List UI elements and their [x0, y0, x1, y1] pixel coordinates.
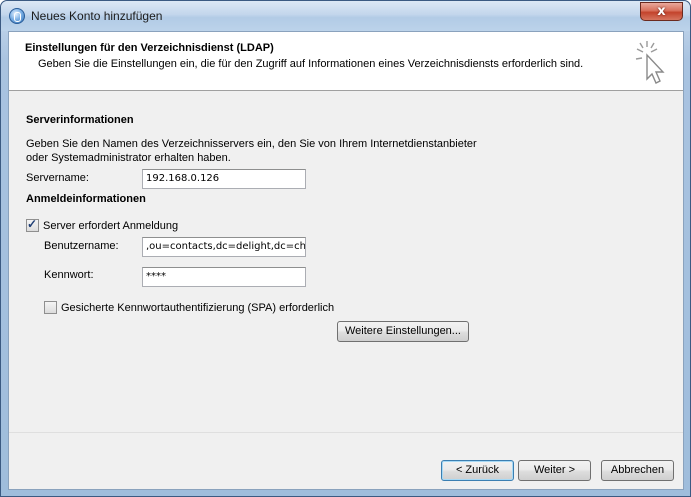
page-title: Einstellungen für den Verzeichnisdienst … [25, 42, 274, 54]
servername-label: Servername: [26, 172, 89, 184]
outlook-app-icon [9, 8, 25, 24]
window-title: Neues Konto hinzufügen [31, 9, 163, 23]
requires-login-checkbox[interactable] [26, 217, 39, 232]
password-input[interactable]: **** [142, 267, 306, 287]
login-info-heading: Anmeldeinformationen [26, 193, 146, 205]
cancel-button[interactable]: Abbrechen [601, 460, 674, 481]
back-button[interactable]: < Zurück [441, 460, 514, 481]
wizard-header: Einstellungen für den Verzeichnisdienst … [9, 32, 683, 91]
wizard-client-area: Einstellungen für den Verzeichnisdienst … [8, 31, 684, 490]
password-label: Kennwort: [44, 269, 94, 281]
username-input[interactable]: ,ou=contacts,dc=delight,dc=ch [142, 237, 306, 257]
server-info-description-line2: oder Systemadministrator erhalten haben. [26, 152, 231, 164]
spa-checkbox[interactable] [44, 301, 57, 314]
close-button[interactable]: x [640, 2, 683, 21]
server-info-description-line1: Geben Sie den Namen des Verzeichnisserve… [26, 138, 477, 150]
title-bar[interactable]: Neues Konto hinzufügen x [1, 1, 690, 31]
page-subtitle: Geben Sie die Einstellungen ein, die für… [38, 58, 584, 70]
next-button[interactable]: Weiter > [518, 460, 591, 481]
server-info-heading: Serverinformationen [26, 114, 134, 126]
spa-label[interactable]: Gesicherte Kennwortauthentifizierung (SP… [61, 301, 334, 315]
wizard-footer: < Zurück Weiter > Abbrechen [9, 432, 683, 489]
more-settings-button[interactable]: Weitere Einstellungen... [337, 321, 469, 342]
requires-login-label[interactable]: Server erfordert Anmeldung [43, 219, 178, 233]
dialog-window: Neues Konto hinzufügen x Einstellungen f… [0, 0, 691, 497]
wizard-cursor-icon [635, 41, 665, 84]
wizard-content: Serverinformationen Geben Sie den Namen … [9, 92, 683, 432]
servername-input[interactable]: 192.168.0.126 [142, 169, 306, 189]
username-label: Benutzername: [44, 240, 119, 252]
